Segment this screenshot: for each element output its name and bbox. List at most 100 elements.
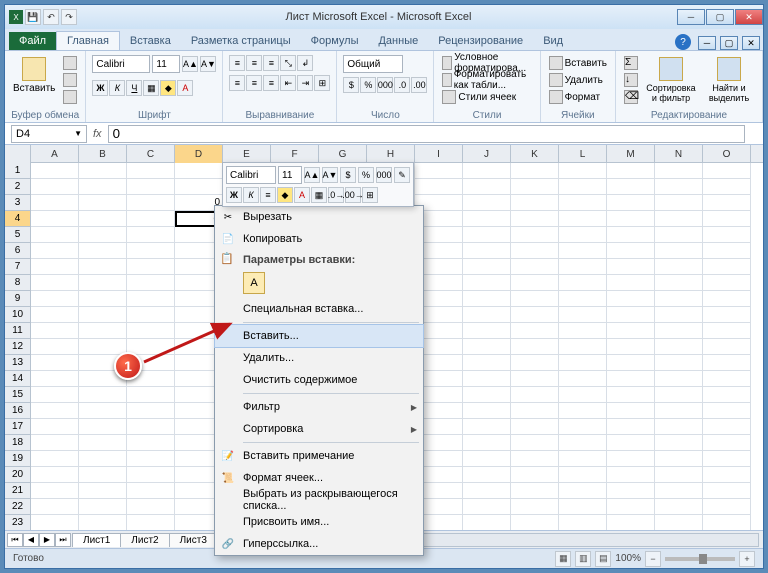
tab-home[interactable]: Главная xyxy=(56,31,120,50)
row-header[interactable]: 3 xyxy=(5,195,30,211)
cell[interactable] xyxy=(607,211,655,227)
paste-option-default[interactable]: A xyxy=(243,272,265,294)
mini-border[interactable]: ▦ xyxy=(311,187,327,203)
cell[interactable] xyxy=(127,291,175,307)
cell[interactable] xyxy=(511,195,559,211)
cell[interactable] xyxy=(607,227,655,243)
cell[interactable] xyxy=(31,163,79,179)
cell[interactable] xyxy=(79,403,127,419)
tab-page-layout[interactable]: Разметка страницы xyxy=(181,32,301,50)
cell[interactable] xyxy=(655,355,703,371)
ctx-paste-special[interactable]: Специальная вставка... xyxy=(215,298,423,320)
cell[interactable] xyxy=(655,371,703,387)
row-header[interactable]: 20 xyxy=(5,467,30,483)
cells-insert-button[interactable]: Вставить xyxy=(547,55,609,71)
ctx-pick-from-dropdown[interactable]: Выбрать из раскрывающегося списка... xyxy=(215,489,423,511)
col-header[interactable]: H xyxy=(367,145,415,163)
cell[interactable] xyxy=(703,419,751,435)
cell[interactable] xyxy=(31,291,79,307)
cell[interactable] xyxy=(79,515,127,530)
cell[interactable] xyxy=(463,499,511,515)
cell[interactable] xyxy=(607,243,655,259)
cell[interactable] xyxy=(559,291,607,307)
zoom-slider[interactable] xyxy=(665,557,735,561)
cell[interactable] xyxy=(79,483,127,499)
cell[interactable] xyxy=(79,307,127,323)
cell[interactable] xyxy=(559,403,607,419)
sheet-nav-last[interactable]: ⏭ xyxy=(55,533,71,547)
thousands-button[interactable]: 000 xyxy=(377,77,393,93)
cell[interactable] xyxy=(127,467,175,483)
tab-data[interactable]: Данные xyxy=(368,32,428,50)
cell[interactable] xyxy=(79,291,127,307)
cell[interactable] xyxy=(463,259,511,275)
close-button[interactable]: ✕ xyxy=(735,9,763,25)
row-header[interactable]: 17 xyxy=(5,419,30,435)
col-header[interactable]: K xyxy=(511,145,559,163)
mini-align[interactable]: ≡ xyxy=(260,187,276,203)
cell[interactable] xyxy=(463,355,511,371)
ctx-cut[interactable]: ✂Вырезать xyxy=(215,206,423,228)
cell[interactable] xyxy=(463,387,511,403)
paste-button[interactable]: Вставить xyxy=(11,55,57,96)
cell[interactable] xyxy=(703,243,751,259)
clear-button[interactable]: ⌫ xyxy=(622,89,640,105)
cell[interactable] xyxy=(127,179,175,195)
select-all-corner[interactable] xyxy=(5,145,31,163)
row-header[interactable]: 5 xyxy=(5,227,30,243)
cell[interactable] xyxy=(655,227,703,243)
cell[interactable] xyxy=(31,499,79,515)
cell[interactable] xyxy=(463,275,511,291)
col-header[interactable]: F xyxy=(271,145,319,163)
inner-close-button[interactable]: ✕ xyxy=(742,36,760,50)
cell[interactable] xyxy=(655,467,703,483)
cell[interactable] xyxy=(607,387,655,403)
cell[interactable] xyxy=(79,419,127,435)
cell[interactable] xyxy=(79,211,127,227)
number-format-input[interactable] xyxy=(343,55,403,73)
cell[interactable] xyxy=(559,259,607,275)
cell[interactable] xyxy=(127,419,175,435)
cell[interactable] xyxy=(511,227,559,243)
cell[interactable] xyxy=(463,339,511,355)
view-normal-button[interactable]: ▦ xyxy=(555,551,571,567)
format-as-table-button[interactable]: Форматировать как табли... xyxy=(440,72,533,88)
ctx-copy[interactable]: 📄Копировать xyxy=(215,228,423,250)
ctx-define-name[interactable]: Присвоить имя... xyxy=(215,511,423,533)
cell[interactable] xyxy=(607,403,655,419)
cell[interactable] xyxy=(31,227,79,243)
inner-minimize-button[interactable]: ─ xyxy=(698,36,716,50)
cell[interactable] xyxy=(127,227,175,243)
cell[interactable] xyxy=(31,515,79,530)
find-select-button[interactable]: Найти и выделить xyxy=(702,55,756,105)
cell[interactable] xyxy=(511,323,559,339)
qat-undo-icon[interactable]: ↶ xyxy=(43,9,59,25)
cell[interactable] xyxy=(511,419,559,435)
cell[interactable] xyxy=(79,275,127,291)
cell[interactable] xyxy=(463,451,511,467)
dec-indent-button[interactable]: ⇤ xyxy=(280,75,296,91)
cell[interactable] xyxy=(463,195,511,211)
cell[interactable] xyxy=(655,259,703,275)
cell[interactable] xyxy=(607,515,655,530)
autosum-button[interactable]: Σ xyxy=(622,55,640,71)
cell[interactable] xyxy=(607,355,655,371)
cell[interactable] xyxy=(79,435,127,451)
cell[interactable] xyxy=(559,323,607,339)
cell[interactable] xyxy=(511,355,559,371)
cell[interactable] xyxy=(655,275,703,291)
cell[interactable] xyxy=(127,387,175,403)
col-header[interactable]: J xyxy=(463,145,511,163)
cell[interactable] xyxy=(703,451,751,467)
cell[interactable] xyxy=(79,227,127,243)
col-header[interactable]: B xyxy=(79,145,127,163)
cell[interactable] xyxy=(703,515,751,530)
cell[interactable] xyxy=(31,179,79,195)
cell[interactable] xyxy=(79,499,127,515)
cell[interactable] xyxy=(31,403,79,419)
col-header[interactable]: I xyxy=(415,145,463,163)
col-header[interactable]: A xyxy=(31,145,79,163)
sort-filter-button[interactable]: Сортировка и фильтр xyxy=(644,55,698,105)
cell[interactable] xyxy=(703,227,751,243)
cell[interactable] xyxy=(703,275,751,291)
